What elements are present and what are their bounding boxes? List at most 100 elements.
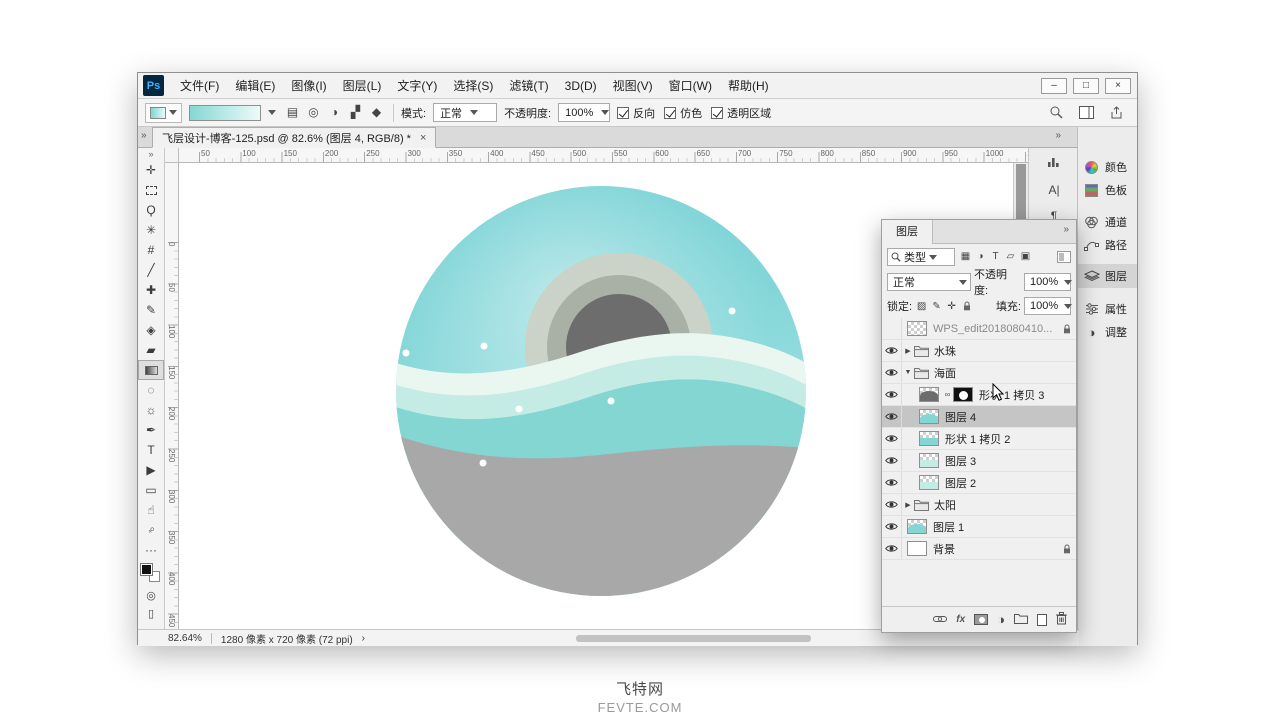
adjustment-layer-icon[interactable]: ◑	[997, 613, 1005, 626]
checkbox-box[interactable]	[617, 107, 629, 119]
visibility-toggle[interactable]	[882, 516, 902, 537]
type-tool[interactable]: T	[138, 440, 164, 460]
link-layers-icon[interactable]	[933, 614, 947, 626]
visibility-toggle[interactable]	[882, 318, 902, 339]
layer-row[interactable]: ▶太阳	[882, 494, 1076, 516]
quick-selection-tool[interactable]: ✳	[138, 220, 164, 240]
expand-caret-icon[interactable]: ▶	[902, 347, 914, 355]
gradient-type-icon[interactable]: ◆	[367, 103, 386, 122]
layer-thumbnail[interactable]	[919, 431, 939, 446]
gradient-picker-caret-icon[interactable]	[268, 110, 276, 119]
tab-overflow-icon[interactable]: »	[141, 130, 147, 141]
visibility-toggle[interactable]	[882, 362, 902, 383]
menu-item[interactable]: 图像(I)	[283, 73, 334, 99]
expand-caret-icon[interactable]: ▶	[902, 501, 914, 509]
dock-panel-color[interactable]: 颜色	[1078, 155, 1137, 179]
filter-shape-icon[interactable]: ▱	[1003, 249, 1018, 265]
layer-thumbnail[interactable]	[919, 453, 939, 468]
dodge-tool[interactable]: ☼	[138, 400, 164, 420]
layer-thumbnail[interactable]	[907, 541, 927, 556]
eraser-tool[interactable]: ▰	[138, 340, 164, 360]
layer-thumbnail[interactable]	[919, 387, 939, 402]
new-group-icon[interactable]	[1014, 613, 1028, 627]
filter-pixel-icon[interactable]: ▦	[958, 249, 973, 265]
dock-panel-channels[interactable]: 通道	[1078, 210, 1137, 234]
brush-tool[interactable]: ✎	[138, 300, 164, 320]
add-mask-icon[interactable]	[974, 614, 988, 625]
menu-item[interactable]: 图层(L)	[335, 73, 390, 99]
option-checkbox[interactable]: 反向	[617, 105, 655, 121]
menu-item[interactable]: 选择(S)	[445, 73, 501, 99]
visibility-toggle[interactable]	[882, 538, 902, 559]
histogram-panel-icon[interactable]	[1041, 150, 1067, 174]
crop-tool[interactable]: #	[138, 240, 164, 260]
layer-row[interactable]: 图层 3	[882, 450, 1076, 472]
dock-panel-layers[interactable]: 图层	[1078, 264, 1137, 288]
dock-panel-properties[interactable]: 属性	[1078, 297, 1137, 321]
layer-thumbnail[interactable]	[919, 409, 939, 424]
new-layer-icon[interactable]	[1037, 614, 1047, 626]
character-panel-icon[interactable]: A|	[1041, 178, 1067, 202]
document-tab[interactable]: 飞层设计-博客-125.psd @ 82.6% (图层 4, RGB/8) * …	[152, 127, 436, 148]
path-selection-tool[interactable]: ▶	[138, 460, 164, 480]
menu-item[interactable]: 视图(V)	[605, 73, 661, 99]
rectangular-marquee-tool[interactable]	[138, 180, 164, 200]
maximize-button[interactable]: □	[1073, 78, 1099, 94]
layer-thumbnail[interactable]	[907, 519, 927, 534]
filter-smart-object-icon[interactable]: ▣	[1018, 249, 1033, 265]
lasso-tool[interactable]: Ϙ	[138, 200, 164, 220]
toolbar-collapse-icon[interactable]: »	[138, 148, 164, 160]
lock-all-icon[interactable]	[960, 301, 973, 312]
blend-mode-select[interactable]: 正常	[433, 103, 497, 122]
eyedropper-tool[interactable]: ╱	[138, 260, 164, 280]
gradient-type-icon[interactable]: ▤	[283, 103, 302, 122]
lock-pixels-icon[interactable]: ✎	[930, 301, 943, 312]
layer-row[interactable]: ▼海面	[882, 362, 1076, 384]
gradient-type-icon[interactable]: ◑	[325, 103, 344, 122]
workspace-icon[interactable]	[1076, 103, 1096, 123]
visibility-toggle[interactable]	[882, 384, 902, 405]
menu-item[interactable]: 滤镜(T)	[501, 73, 556, 99]
layer-fill-select[interactable]: 100%	[1024, 297, 1071, 315]
foreground-color-swatch[interactable]	[141, 564, 152, 575]
expand-caret-icon[interactable]: ▼	[902, 369, 914, 376]
menu-item[interactable]: 帮助(H)	[720, 73, 777, 99]
blur-tool[interactable]: ◌	[138, 380, 164, 400]
quick-mask-button[interactable]: ◎	[138, 586, 164, 604]
lock-transparent-icon[interactable]: ▨	[915, 301, 928, 312]
visibility-toggle[interactable]	[882, 472, 902, 493]
visibility-toggle[interactable]	[882, 406, 902, 427]
mask-thumbnail[interactable]	[953, 387, 973, 402]
layer-row[interactable]: 图层 1	[882, 516, 1076, 538]
menu-item[interactable]: 编辑(E)	[227, 73, 283, 99]
hand-tool[interactable]: ☝	[138, 500, 164, 520]
dock-panel-paths[interactable]: 路径	[1078, 233, 1137, 257]
layer-thumbnail[interactable]	[907, 321, 927, 336]
filter-toggle-icon[interactable]	[1057, 251, 1071, 263]
dock-panel-adjustments[interactable]: ◑调整	[1078, 320, 1137, 344]
search-icon[interactable]	[1046, 103, 1066, 123]
delete-layer-icon[interactable]	[1056, 612, 1067, 628]
checkbox-box[interactable]	[711, 107, 723, 119]
filter-type-select[interactable]: 类型	[887, 248, 955, 266]
visibility-toggle[interactable]	[882, 450, 902, 471]
gradient-type-icon[interactable]: ◎	[304, 103, 323, 122]
layer-opacity-select[interactable]: 100%	[1024, 273, 1071, 291]
layer-row[interactable]: 背景	[882, 538, 1076, 560]
healing-brush-tool[interactable]: ✚	[138, 280, 164, 300]
menu-item[interactable]: 文字(Y)	[389, 73, 445, 99]
close-button[interactable]: ×	[1105, 78, 1131, 94]
opacity-select[interactable]: 100%	[558, 103, 610, 122]
pen-tool[interactable]: ✒	[138, 420, 164, 440]
move-tool[interactable]: ✛	[138, 160, 164, 180]
visibility-toggle[interactable]	[882, 340, 902, 361]
layer-effects-icon[interactable]: fx	[956, 614, 965, 625]
screen-mode-button[interactable]: ▯	[138, 604, 164, 622]
horizontal-scrollbar-thumb[interactable]	[576, 635, 811, 642]
visibility-toggle[interactable]	[882, 494, 902, 515]
panel-menu-icon[interactable]: »	[1063, 224, 1069, 235]
layer-row[interactable]: WPS_edit2018080410...	[882, 318, 1076, 340]
option-checkbox[interactable]: 透明区域	[711, 105, 771, 121]
dock-collapse-icon[interactable]: »	[1055, 130, 1061, 141]
layer-thumbnail[interactable]	[919, 475, 939, 490]
